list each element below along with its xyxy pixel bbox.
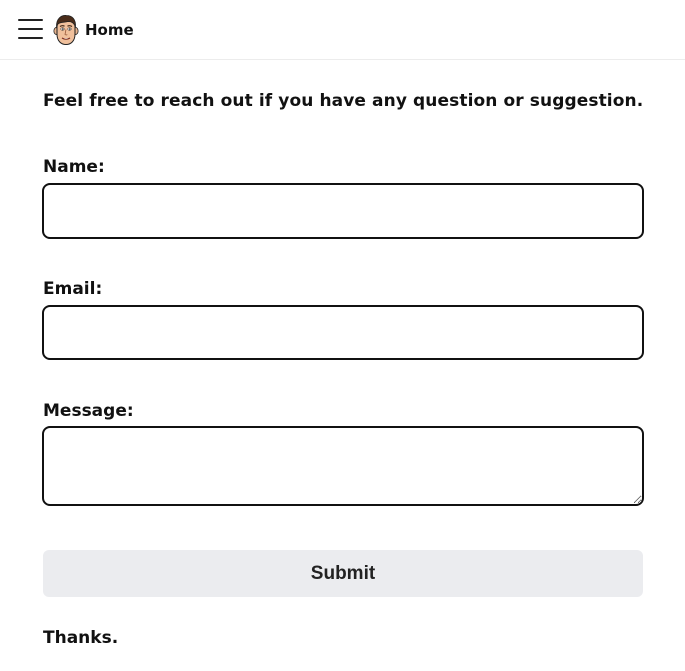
email-input[interactable]: [42, 305, 644, 360]
message-textarea[interactable]: [42, 426, 644, 506]
intro-text: Feel free to reach out if you have any q…: [43, 91, 644, 111]
menu-line: [18, 37, 43, 39]
hamburger-menu-icon[interactable]: [18, 19, 43, 40]
name-input[interactable]: [42, 183, 644, 239]
menu-line: [18, 28, 43, 30]
message-label: Message:: [43, 401, 134, 421]
menu-line: [18, 19, 43, 21]
top-navigation-bar: Home: [0, 0, 685, 60]
thanks-text: Thanks.: [43, 628, 119, 648]
home-link[interactable]: Home: [53, 14, 134, 46]
name-label: Name:: [43, 157, 105, 177]
submit-button[interactable]: Submit: [43, 550, 643, 597]
home-label: Home: [85, 21, 134, 39]
email-label: Email:: [43, 279, 103, 299]
avatar-icon: [53, 15, 79, 46]
